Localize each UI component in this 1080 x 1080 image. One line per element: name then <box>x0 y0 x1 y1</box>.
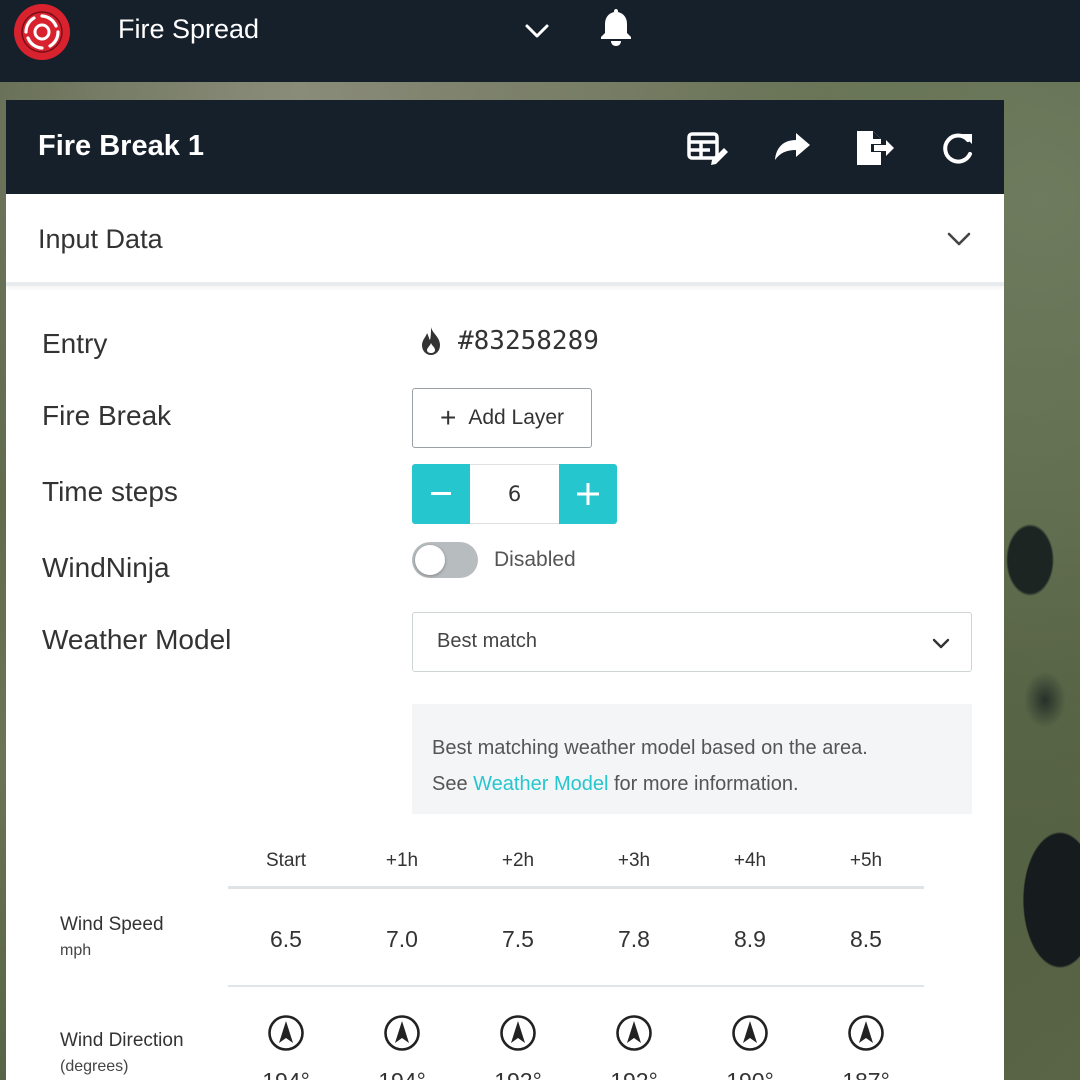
row-divider <box>228 985 924 987</box>
plus-icon: + <box>439 402 457 433</box>
wind-speed-cell[interactable]: 7.8 <box>579 926 689 953</box>
column-header: +5h <box>849 850 883 871</box>
wind-speed-cell[interactable]: 7.0 <box>347 926 457 953</box>
chevron-down-icon[interactable] <box>522 16 552 46</box>
column-header: +1h <box>385 850 419 871</box>
toggle-knob <box>415 545 445 575</box>
weather-model-value: Best match <box>437 630 538 652</box>
entry-label: Entry <box>42 328 108 359</box>
wind-direction-unit: (degrees) <box>60 1058 129 1075</box>
windninja-toggle[interactable] <box>412 542 478 578</box>
column-header: +4h <box>733 850 767 871</box>
plus-icon <box>577 483 599 505</box>
time-steps-value[interactable]: 6 <box>470 464 559 524</box>
app-title: Fire Spread <box>118 14 260 44</box>
panel-header: Fire Break 1 <box>6 100 1004 194</box>
wind-speed-cell[interactable]: 6.5 <box>231 926 341 953</box>
fire-break-panel: Fire Break 1 Input Data Entry #83258289 … <box>6 100 1004 1080</box>
section-title: Input Data <box>38 224 163 254</box>
wind-direction-cell[interactable]: 194° <box>347 1068 457 1080</box>
export-file-icon[interactable] <box>852 128 896 168</box>
share-icon[interactable] <box>770 128 814 168</box>
increment-button[interactable] <box>559 464 617 524</box>
refresh-icon[interactable] <box>936 128 980 168</box>
compass-arrow-icon <box>268 1015 304 1051</box>
header-divider <box>228 886 924 889</box>
column-header: Start <box>265 850 307 871</box>
compass-arrow-icon <box>384 1015 420 1051</box>
compass-arrow-icon <box>848 1015 884 1051</box>
compass-arrow-icon <box>616 1015 652 1051</box>
wind-speed-cell[interactable]: 7.5 <box>463 926 573 953</box>
wind-speed-cell[interactable]: 8.5 <box>811 926 921 953</box>
windninja-state: Disabled <box>494 548 576 571</box>
wind-speed-row-label: Wind Speed mph <box>60 914 164 959</box>
wind-speed-cell[interactable]: 8.9 <box>695 926 805 953</box>
compass-arrow-icon <box>500 1015 536 1051</box>
add-layer-button[interactable]: + Add Layer <box>412 388 592 448</box>
compass-arrow-icon <box>732 1015 768 1051</box>
minus-icon <box>431 492 451 495</box>
top-navigation-bar: Fire Spread <box>0 0 1080 82</box>
input-data-section-header[interactable]: Input Data <box>6 194 1004 286</box>
entry-id: #83258289 <box>458 326 599 356</box>
wind-direction-cell[interactable]: 190° <box>695 1068 805 1080</box>
chevron-down-icon[interactable] <box>944 224 974 254</box>
entry-value: #83258289 <box>418 326 599 356</box>
decrement-button[interactable] <box>412 464 470 524</box>
column-header: +3h <box>617 850 651 871</box>
wind-direction-cell[interactable]: 192° <box>463 1068 573 1080</box>
weather-model-info: Best matching weather model based on the… <box>412 704 972 814</box>
column-header: +2h <box>501 850 535 871</box>
wind-direction-row-label: Wind Direction (degrees) <box>60 1030 184 1075</box>
weather-model-link[interactable]: Weather Model <box>473 773 608 795</box>
bell-icon[interactable] <box>598 6 634 48</box>
flame-icon <box>422 327 440 355</box>
info-line-1: Best matching weather model based on the… <box>432 737 868 759</box>
windninja-label: WindNinja <box>42 552 170 583</box>
wind-direction-cell[interactable]: 192° <box>579 1068 689 1080</box>
wind-speed-unit: mph <box>60 942 92 959</box>
time-steps-label: Time steps <box>42 476 178 507</box>
chevron-down-icon <box>932 638 950 649</box>
fire-break-label: Fire Break <box>42 400 172 431</box>
time-steps-stepper: 6 <box>412 464 617 524</box>
wind-direction-cell[interactable]: 194° <box>231 1068 341 1080</box>
table-edit-icon[interactable] <box>686 128 730 168</box>
add-layer-label: Add Layer <box>468 406 565 429</box>
weather-model-label: Weather Model <box>42 624 232 655</box>
app-logo-icon[interactable] <box>14 4 70 60</box>
wind-direction-cell[interactable]: 187° <box>811 1068 921 1080</box>
weather-model-select[interactable]: Best match <box>412 612 972 672</box>
info-line-2: See Weather Model for more information. <box>432 773 799 795</box>
panel-title: Fire Break 1 <box>38 130 205 162</box>
